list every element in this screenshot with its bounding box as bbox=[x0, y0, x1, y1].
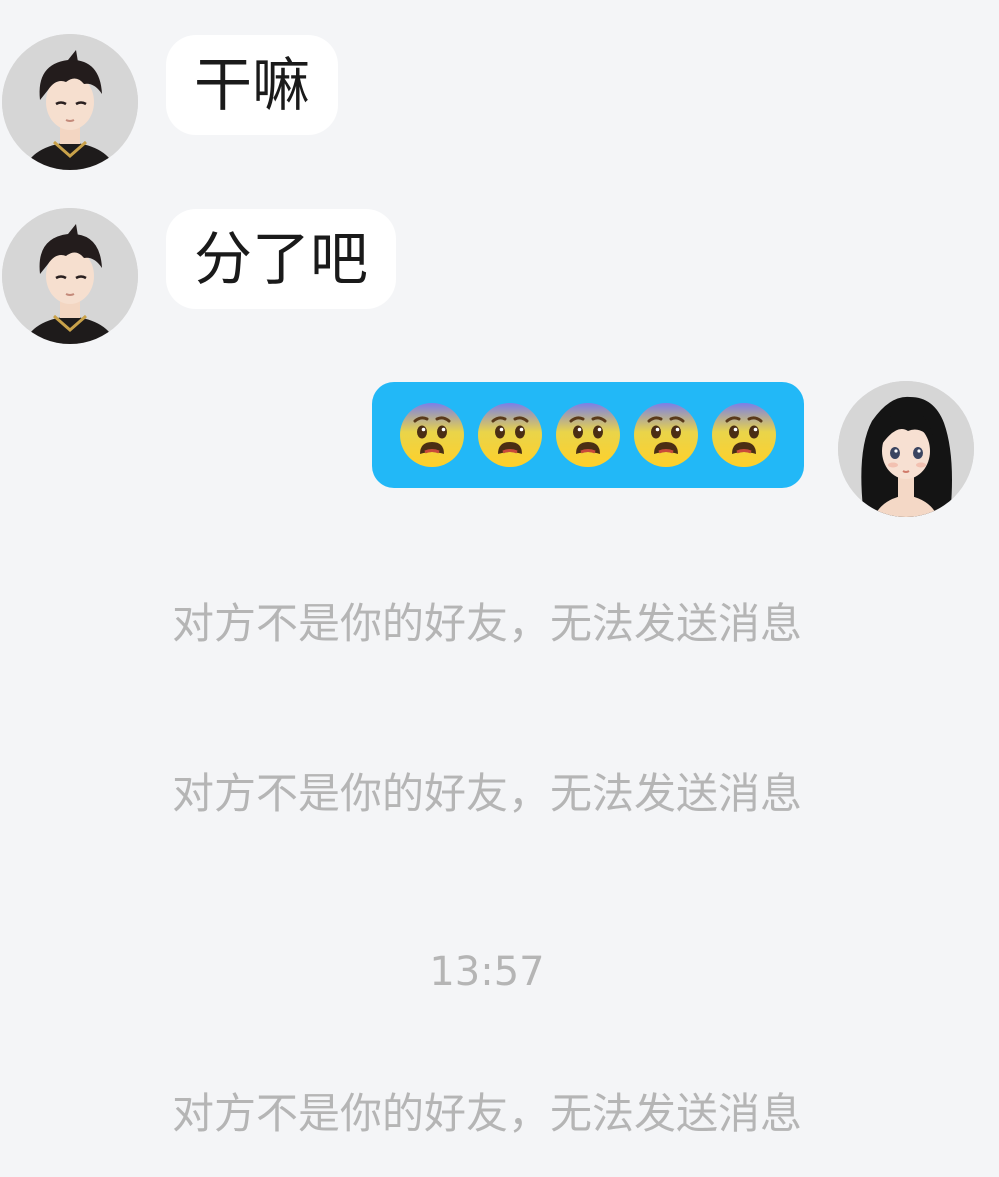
anxious-face-icon bbox=[400, 403, 464, 467]
message-bubble-outgoing[interactable] bbox=[372, 382, 804, 488]
anxious-face-icon bbox=[478, 403, 542, 467]
message-bubble-incoming[interactable]: 干嘛 bbox=[166, 35, 339, 135]
contact-avatar[interactable] bbox=[2, 208, 138, 344]
emoji-row bbox=[399, 382, 777, 488]
message-text: 分了吧 bbox=[194, 225, 369, 293]
message-text: 干嘛 bbox=[194, 51, 311, 119]
anxious-face-icon bbox=[634, 403, 698, 467]
anxious-face-icon bbox=[556, 403, 620, 467]
contact-avatar[interactable] bbox=[2, 34, 138, 170]
my-avatar[interactable] bbox=[838, 381, 974, 517]
system-notice: 对方不是你的好友，无法发送消息 bbox=[171, 769, 802, 818]
timestamp: 13:57 bbox=[429, 949, 545, 995]
system-notice: 对方不是你的好友，无法发送消息 bbox=[171, 599, 802, 648]
system-notice: 对方不是你的好友，无法发送消息 bbox=[171, 1089, 802, 1138]
message-bubble-incoming[interactable]: 分了吧 bbox=[166, 209, 397, 309]
anxious-face-icon bbox=[712, 403, 776, 467]
